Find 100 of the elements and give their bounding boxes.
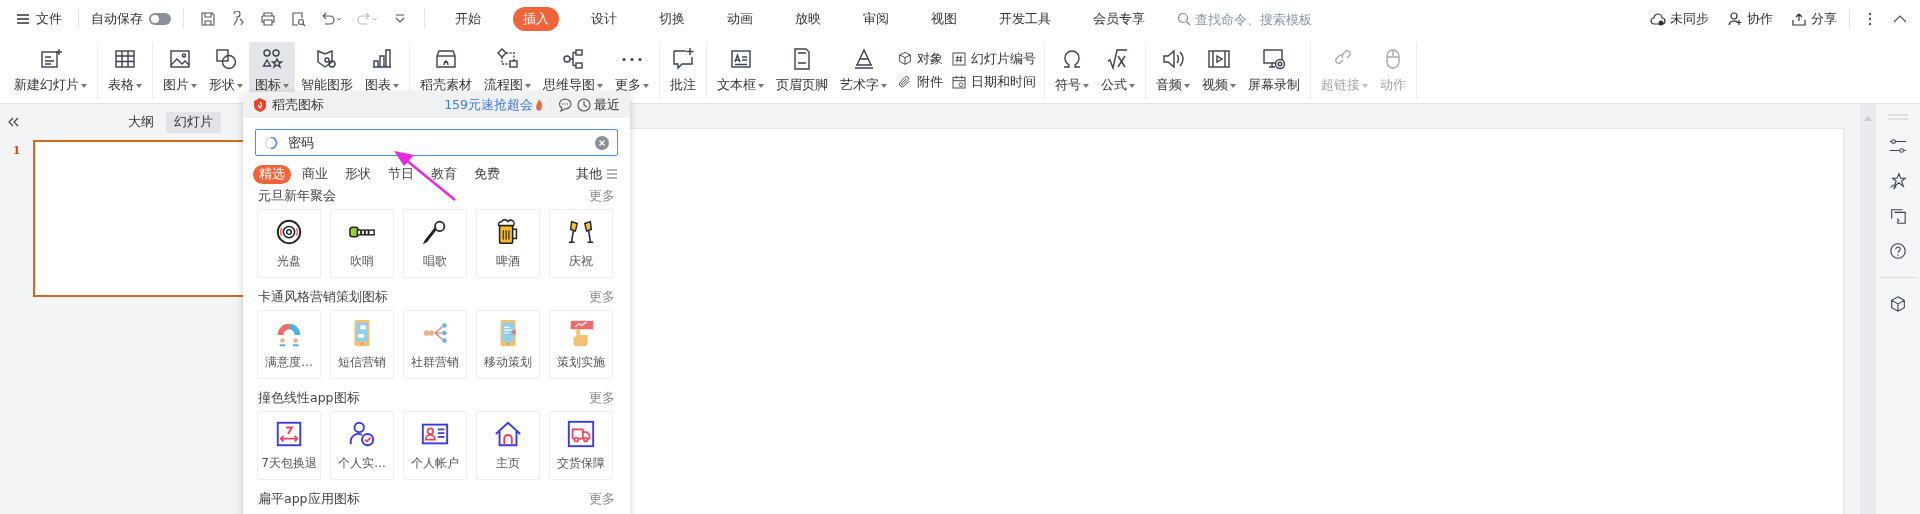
autosave-toggle[interactable] — [149, 13, 171, 25]
view-tab[interactable]: 大纲 — [120, 111, 162, 133]
ribbon-tool-button[interactable]: 更多 — [609, 42, 655, 99]
collapse-panel-icon[interactable] — [6, 115, 20, 129]
caret-icon — [643, 83, 649, 88]
house-icon — [493, 419, 523, 449]
sliders-icon[interactable] — [1889, 137, 1907, 155]
ribbon-tab[interactable]: 会员专享 — [1083, 7, 1155, 31]
caret-icon — [1083, 83, 1089, 88]
flowchart-icon — [495, 47, 520, 71]
ribbon-tab[interactable]: 切换 — [649, 7, 695, 31]
category-tab[interactable]: 教育 — [425, 164, 463, 184]
category-tab[interactable]: 形状 — [339, 164, 377, 184]
icon-tile[interactable]: 交货保障 — [549, 411, 613, 480]
image-icon — [168, 47, 192, 71]
ribbon-tab[interactable]: 审阅 — [853, 7, 899, 31]
recent-button[interactable]: 最近 — [577, 96, 620, 114]
caret-icon — [1129, 83, 1135, 88]
category-tab[interactable]: 节日 — [382, 164, 420, 184]
ribbon-tool-button[interactable]: 视频 — [1196, 42, 1242, 99]
more-link[interactable]: 更多 — [589, 187, 615, 205]
caret-icon — [81, 83, 87, 88]
icon-tile[interactable]: 主页 — [476, 411, 540, 480]
more-link[interactable]: 更多 — [589, 288, 615, 306]
ribbon-small-button[interactable]: 日期和时间 — [951, 73, 1036, 91]
ribbon-tool-button[interactable]: 图片 — [157, 42, 203, 99]
sync-button[interactable]: 未同步 — [1650, 10, 1709, 28]
icon-tile[interactable]: 策划实施 — [549, 310, 613, 379]
ribbon-small-button[interactable]: 幻灯片编号 — [951, 50, 1036, 68]
icon-tile[interactable]: 吹哨 — [330, 209, 394, 278]
command-search-field[interactable]: 查找命令、搜索模板 — [1195, 11, 1375, 27]
promo-link[interactable]: 159元速抢超会 — [444, 96, 543, 114]
ribbon-tool-button[interactable]: 稻壳素材 — [414, 42, 478, 99]
ribbon-tab[interactable]: 开始 — [445, 7, 491, 31]
cube-icon[interactable] — [1889, 295, 1907, 313]
calendar-icon — [274, 419, 304, 449]
undo-icon[interactable] — [320, 11, 342, 27]
ribbon-small-button[interactable]: 附件 — [897, 73, 943, 91]
more-link[interactable]: 更多 — [589, 490, 615, 508]
help-icon[interactable] — [1889, 242, 1907, 260]
icon-tile[interactable]: 满意度... — [257, 310, 321, 379]
clear-icon[interactable] — [594, 134, 610, 151]
loading-spinner-icon — [264, 135, 278, 150]
ribbon-tool-button[interactable]: 文本框 — [711, 42, 770, 99]
ribbon-tool-button[interactable]: 屏幕录制 — [1242, 42, 1306, 99]
icon-tile[interactable]: 短信营销 — [330, 310, 394, 379]
slide-thumbnail[interactable] — [33, 140, 245, 297]
icon-tile[interactable]: 光盘 — [257, 209, 321, 278]
shapes-icon — [214, 47, 238, 71]
ribbon-tool-button[interactable]: 图表 — [359, 42, 405, 99]
ribbon-tab[interactable]: 动画 — [717, 7, 763, 31]
other-categories-button[interactable]: 其他 — [576, 165, 618, 183]
format-painter-icon[interactable] — [230, 11, 246, 27]
ribbon-tool-button[interactable]: 艺术字 — [834, 42, 893, 99]
icon-tile[interactable]: 庆祝 — [549, 209, 613, 278]
ribbon-tab[interactable]: 放映 — [785, 7, 831, 31]
file-menu[interactable]: 文件 — [12, 10, 66, 28]
ribbon-tool-button[interactable]: 音频 — [1150, 42, 1196, 99]
icon-tile[interactable]: 7天包换退 — [257, 411, 321, 480]
ribbon-tool-button[interactable]: 流程图 — [478, 42, 537, 99]
ribbon-tool-button[interactable]: 表格 — [102, 42, 148, 99]
ribbon-tool-button[interactable]: 思维导图 — [537, 42, 609, 99]
icon-tile[interactable]: 个人帐户 — [403, 411, 467, 480]
icon-tile[interactable]: 个人实... — [330, 411, 394, 480]
ribbon-tool-button[interactable]: 形状 — [203, 42, 249, 99]
ribbon-tab[interactable]: 视图 — [921, 7, 967, 31]
save-icon[interactable] — [200, 11, 216, 27]
more-link[interactable]: 更多 — [589, 389, 615, 407]
menu-icon — [16, 12, 30, 26]
hash-icon — [951, 51, 967, 67]
ribbon-tool-button[interactable]: 新建幻灯片 — [8, 42, 93, 99]
cloud-icon — [1650, 11, 1666, 27]
chat-icon[interactable] — [558, 98, 572, 112]
icon-tile[interactable]: 唱歌 — [403, 209, 467, 278]
ribbon-tab[interactable]: 开发工具 — [989, 7, 1061, 31]
ribbon-tool-button[interactable]: 公式 — [1095, 42, 1141, 99]
view-tab[interactable]: 幻灯片 — [166, 111, 221, 133]
caret-icon — [1362, 83, 1368, 88]
print-preview-icon[interactable] — [290, 11, 306, 27]
ribbon-tool-button[interactable]: 批注 — [664, 42, 702, 99]
share-button[interactable]: 分享 — [1791, 10, 1837, 28]
scrollbar[interactable] — [1860, 104, 1876, 514]
icon-tile[interactable]: 啤酒 — [476, 209, 540, 278]
icon-tile[interactable]: 社群营销 — [403, 310, 467, 379]
caret-icon — [393, 83, 399, 88]
icon-tile[interactable]: 移动策划 — [476, 310, 540, 379]
category-tab[interactable]: 免费 — [468, 164, 506, 184]
ribbon-tool-button[interactable]: 符号 — [1049, 42, 1095, 99]
smart-graphic-icon — [315, 47, 339, 71]
slideshow-icon[interactable] — [1889, 207, 1907, 225]
ribbon-tool-button[interactable]: 智能图形 — [295, 42, 359, 99]
ribbon-tab[interactable]: 设计 — [581, 7, 627, 31]
category-tab[interactable]: 商业 — [296, 164, 334, 184]
collaborate-button[interactable]: 协作 — [1727, 10, 1773, 28]
ribbon-small-button[interactable]: 对象 — [897, 50, 943, 68]
bar-chart-icon — [370, 47, 394, 71]
icon-search-field[interactable]: 密码 — [255, 129, 618, 156]
star-icon[interactable] — [1889, 172, 1907, 190]
ribbon-tool-button[interactable]: 页眉页脚 — [770, 42, 834, 99]
print-icon[interactable] — [260, 11, 276, 27]
